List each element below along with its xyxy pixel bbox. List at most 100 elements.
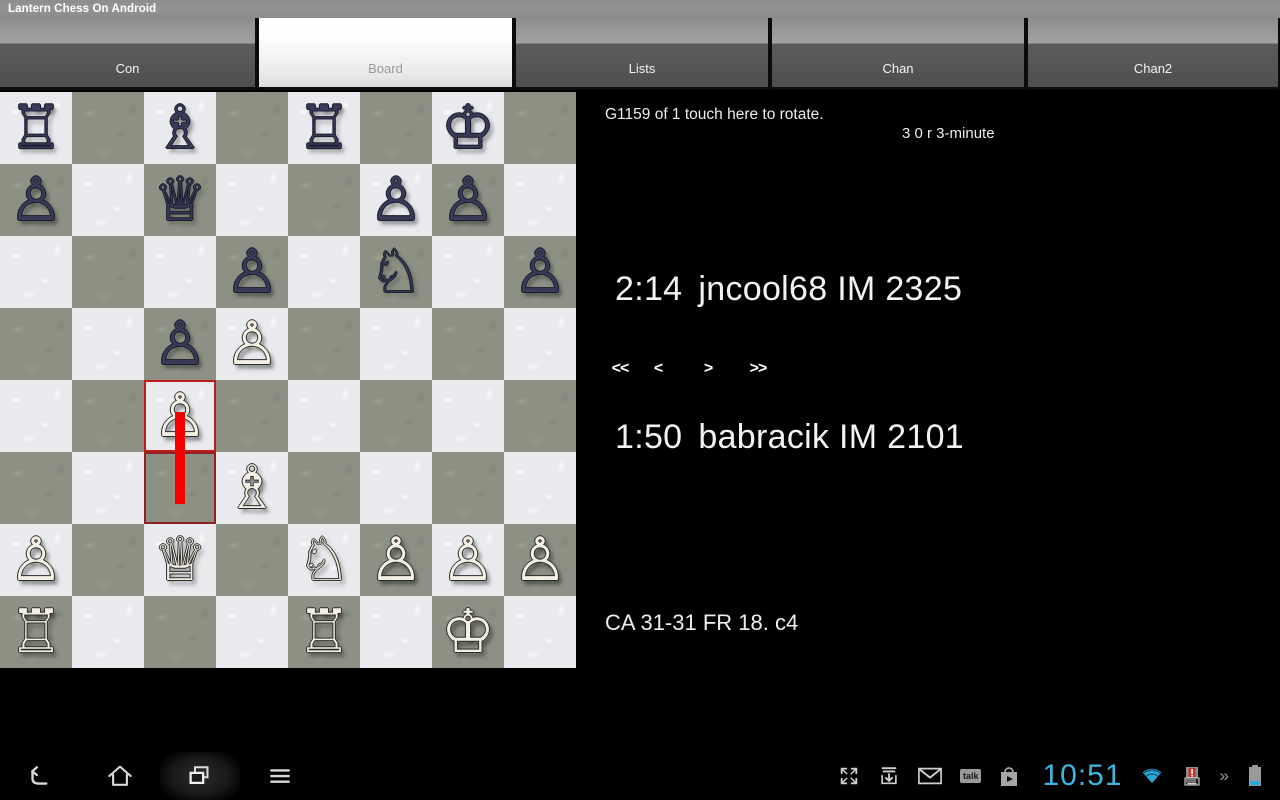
back-button[interactable] — [0, 752, 80, 800]
white-queen-piece[interactable]: ♕ — [144, 524, 216, 596]
board-square-g2[interactable]: ♙ — [432, 524, 504, 596]
board-square-c5[interactable]: ♙ — [144, 308, 216, 380]
keyboard-alert-indicator[interactable] — [1182, 752, 1202, 800]
board-square-a1[interactable]: ♖ — [0, 596, 72, 668]
board-square-d2[interactable] — [216, 524, 288, 596]
recent-apps-button[interactable] — [160, 752, 240, 800]
board-square-d6[interactable]: ♙ — [216, 236, 288, 308]
board-square-c6[interactable] — [144, 236, 216, 308]
board-square-f3[interactable] — [360, 452, 432, 524]
black-pawn-piece[interactable]: ♙ — [432, 164, 504, 236]
board-square-d3[interactable]: ♗ — [216, 452, 288, 524]
board-square-e6[interactable] — [288, 236, 360, 308]
download-button[interactable] — [878, 752, 900, 800]
black-rook-piece[interactable]: ♖ — [288, 92, 360, 164]
soft-navigation-keys[interactable] — [0, 752, 320, 800]
play-store-button[interactable] — [999, 752, 1019, 800]
wifi-indicator[interactable] — [1140, 752, 1164, 800]
board-square-e8[interactable]: ♖ — [288, 92, 360, 164]
white-bishop-piece[interactable]: ♗ — [216, 452, 288, 524]
board-square-a8[interactable]: ♖ — [0, 92, 72, 164]
board-square-g6[interactable] — [432, 236, 504, 308]
board-square-b8[interactable] — [72, 92, 144, 164]
board-square-e1[interactable]: ♖ — [288, 596, 360, 668]
black-rook-piece[interactable]: ♖ — [0, 92, 72, 164]
white-rook-piece[interactable]: ♖ — [288, 596, 360, 668]
black-queen-piece[interactable]: ♕ — [144, 164, 216, 236]
white-rook-piece[interactable]: ♖ — [0, 596, 72, 668]
board-square-g3[interactable] — [432, 452, 504, 524]
board-square-f5[interactable] — [360, 308, 432, 380]
board-square-e4[interactable] — [288, 380, 360, 452]
white-king-piece[interactable]: ♔ — [432, 596, 504, 668]
board-square-d5[interactable]: ♙ — [216, 308, 288, 380]
board-square-d8[interactable] — [216, 92, 288, 164]
board-square-h6[interactable]: ♙ — [504, 236, 576, 308]
white-pawn-piece[interactable]: ♙ — [504, 524, 576, 596]
board-square-b3[interactable] — [72, 452, 144, 524]
fullscreen-button[interactable] — [838, 752, 860, 800]
nav-last-move-button[interactable]: >> — [738, 360, 778, 378]
tab-con[interactable]: Con — [0, 18, 257, 90]
board-square-h5[interactable] — [504, 308, 576, 380]
black-king-piece[interactable]: ♔ — [432, 92, 504, 164]
board-square-c2[interactable]: ♕ — [144, 524, 216, 596]
black-knight-piece[interactable]: ♘ — [360, 236, 432, 308]
board-square-a6[interactable] — [0, 236, 72, 308]
board-square-f1[interactable] — [360, 596, 432, 668]
chess-board[interactable]: ♖ ♗ ♖ ♔ ♙ ♕ ♙ ♙ ♙ ♘ ♙ ♙ ♙ ♙ ♗ ♙ ♕ ♘ ♙ ♙ ♙ ♖ ♖ ♔ — [0, 92, 576, 668]
tab-board[interactable]: Board — [257, 18, 514, 90]
board-square-a5[interactable] — [0, 308, 72, 380]
board-square-c1[interactable] — [144, 596, 216, 668]
board-square-b5[interactable] — [72, 308, 144, 380]
board-square-b4[interactable] — [72, 380, 144, 452]
white-pawn-piece[interactable]: ♙ — [216, 308, 288, 380]
board-square-f6[interactable]: ♘ — [360, 236, 432, 308]
board-square-f2[interactable]: ♙ — [360, 524, 432, 596]
board-square-c3[interactable] — [144, 452, 216, 524]
board-square-a2[interactable]: ♙ — [0, 524, 72, 596]
board-square-e7[interactable] — [288, 164, 360, 236]
white-pawn-piece[interactable]: ♙ — [432, 524, 504, 596]
board-square-h1[interactable] — [504, 596, 576, 668]
nav-first-move-button[interactable]: << — [602, 360, 638, 378]
tab-lists[interactable]: Lists — [514, 18, 770, 90]
move-navigation-controls[interactable]: << < > >> — [602, 360, 778, 378]
board-square-f4[interactable] — [360, 380, 432, 452]
white-pawn-piece[interactable]: ♙ — [0, 524, 72, 596]
board-square-g5[interactable] — [432, 308, 504, 380]
gmail-button[interactable] — [918, 752, 942, 800]
board-square-d1[interactable] — [216, 596, 288, 668]
black-pawn-piece[interactable]: ♙ — [504, 236, 576, 308]
talk-button[interactable]: talk — [959, 752, 982, 800]
board-square-b7[interactable] — [72, 164, 144, 236]
board-square-b6[interactable] — [72, 236, 144, 308]
chess-board-panel[interactable]: ♖ ♗ ♖ ♔ ♙ ♕ ♙ ♙ ♙ ♘ ♙ ♙ ♙ ♙ ♗ ♙ ♕ ♘ ♙ ♙ ♙ ♖ ♖ ♔ — [0, 92, 577, 670]
board-square-h3[interactable] — [504, 452, 576, 524]
white-pawn-piece[interactable]: ♙ — [360, 524, 432, 596]
board-square-b2[interactable] — [72, 524, 144, 596]
home-button[interactable] — [80, 752, 160, 800]
board-square-c8[interactable]: ♗ — [144, 92, 216, 164]
board-square-c4[interactable]: ♙ — [144, 380, 216, 452]
more-notifications-button[interactable]: » — [1220, 752, 1229, 800]
board-square-h8[interactable] — [504, 92, 576, 164]
board-square-c7[interactable]: ♕ — [144, 164, 216, 236]
rotate-board-hint[interactable]: G1159 of 1 touch here to rotate. — [605, 106, 824, 124]
black-pawn-piece[interactable]: ♙ — [0, 164, 72, 236]
black-pawn-piece[interactable]: ♙ — [216, 236, 288, 308]
board-square-b1[interactable] — [72, 596, 144, 668]
board-square-f7[interactable]: ♙ — [360, 164, 432, 236]
board-square-g8[interactable]: ♔ — [432, 92, 504, 164]
board-square-e3[interactable] — [288, 452, 360, 524]
board-square-g4[interactable] — [432, 380, 504, 452]
tab-chan[interactable]: Chan — [770, 18, 1026, 90]
board-square-h4[interactable] — [504, 380, 576, 452]
white-pawn-piece[interactable]: ♙ — [144, 380, 216, 452]
nav-next-move-button[interactable]: > — [678, 360, 738, 378]
black-bishop-piece[interactable]: ♗ — [144, 92, 216, 164]
board-square-a4[interactable] — [0, 380, 72, 452]
board-square-e5[interactable] — [288, 308, 360, 380]
black-pawn-piece[interactable]: ♙ — [360, 164, 432, 236]
menu-button[interactable] — [240, 752, 320, 800]
